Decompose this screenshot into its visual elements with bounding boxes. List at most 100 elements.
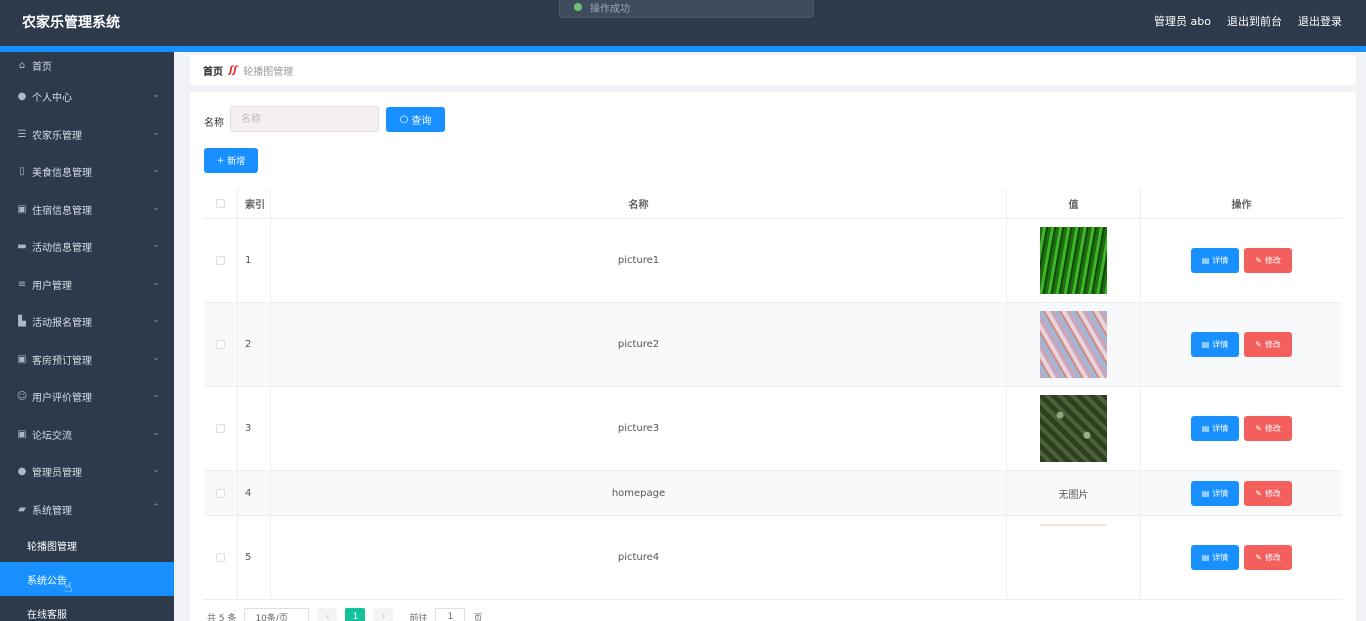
table-row: 3 picture3 ▤ 详情 ✎ 修改 — [204, 387, 1342, 471]
mic-icon: ▯ — [19, 166, 25, 178]
detail-button[interactable]: ▤ 详情 — [1191, 332, 1239, 357]
chevron-down-icon: ⌄ — [152, 465, 160, 475]
sidebar-item-food[interactable]: ▯ 美食信息管理 ⌄ — [0, 153, 174, 191]
sidebar-item-farmhouse[interactable]: ☰ 农家乐管理 ⌄ — [0, 116, 174, 154]
query-button[interactable]: ○ 查询 — [386, 107, 445, 132]
detail-button[interactable]: ▤ 详情 — [1191, 480, 1239, 506]
chart-icon: ▙ — [18, 316, 26, 328]
admin-name: 管理员 abo — [1154, 15, 1211, 28]
scrollbar[interactable] — [1358, 52, 1366, 621]
data-table: 索引 名称 值 操作 1 picture1 ▤ 详情 ✎ 修改 2 picture2 — [204, 189, 1342, 600]
logout-link[interactable]: 退出登录 — [1298, 13, 1342, 29]
detail-button[interactable]: ▤ 详情 — [1191, 248, 1239, 273]
table-row: 4 homepage 无图片 ▤ 详情 ✎ 修改 — [204, 471, 1342, 516]
header-value: 值 — [1007, 189, 1141, 218]
pencil-icon: ✎ — [1255, 256, 1262, 265]
pencil-icon: ✎ — [1255, 553, 1262, 562]
select-all-checkbox[interactable] — [216, 199, 225, 208]
plus-icon: + — [216, 155, 225, 166]
pencil-icon: ✎ — [1255, 424, 1262, 433]
content-panel: 名称 ○ 查询 + 新增 索引 名称 值 操作 1 picture1 ▤详情 ✎… — [190, 92, 1356, 621]
detail-button[interactable]: ▤ 详情 — [1191, 545, 1239, 570]
sliders-icon: ≡ — [17, 278, 27, 290]
row-checkbox[interactable] — [216, 488, 225, 498]
sidebar-item-activity[interactable]: ▬ 活动信息管理 ⌄ — [0, 228, 174, 266]
sidebar-item-home[interactable]: ⌂ 首页 — [0, 52, 174, 78]
chevron-down-icon: ⌄ — [152, 277, 160, 288]
clipboard-icon: ▣ — [17, 203, 27, 215]
flowers-thumbnail[interactable] — [1040, 311, 1107, 378]
chevron-right-icon: › — [381, 612, 386, 621]
sidebar-sub-carousel[interactable]: 轮播图管理 — [0, 528, 174, 562]
total-count: 共 5 条 — [207, 613, 237, 621]
chevron-up-icon: ⌃ — [152, 502, 160, 513]
foliage-thumbnail[interactable] — [1040, 395, 1107, 462]
back-to-front-link[interactable]: 退出到前台 — [1227, 13, 1282, 29]
goto-page-input[interactable]: 1 — [435, 608, 466, 621]
row-checkbox[interactable] — [216, 340, 225, 349]
sidebar: ⌂ 首页 ● 个人中心 ⌄ ☰ 农家乐管理 ⌄ ▯ 美食信息管理 ⌄ ▣ 住宿信… — [0, 52, 174, 621]
no-image-text: 无图片 — [1007, 471, 1141, 515]
breadcrumb: 首页 ʃʃ 轮播图管理 — [190, 55, 1356, 85]
hand-cursor-icon: ☝ — [64, 580, 73, 596]
document-icon: ▤ — [1201, 424, 1210, 433]
sidebar-item-forum[interactable]: ▣ 论坛交流 ⌄ — [0, 416, 174, 454]
home-icon: ⌂ — [18, 59, 26, 71]
toast-message: 操作成功 — [590, 4, 630, 15]
sidebar-item-reviews[interactable]: ☺ 用户评价管理 ⌄ — [0, 378, 174, 416]
goto-prefix: 前往 — [409, 613, 428, 621]
edit-button[interactable]: ✎ 修改 — [1244, 332, 1292, 357]
sidebar-item-profile[interactable]: ● 个人中心 ⌄ — [0, 78, 174, 116]
sidebar-item-users[interactable]: ≡ 用户管理 ⌄ — [0, 266, 174, 304]
edit-button[interactable]: ✎ 修改 — [1244, 416, 1292, 441]
user-icon: ● — [17, 91, 27, 103]
success-icon — [574, 3, 582, 11]
sidebar-sub-notice[interactable]: 系统公告 — [0, 562, 174, 596]
edit-button[interactable]: ✎ 修改 — [1244, 545, 1292, 570]
sidebar-sub-service[interactable]: 在线客服 — [0, 596, 174, 621]
search-label: 名称 — [204, 118, 224, 129]
header-accent-bar — [0, 46, 1366, 52]
sidebar-item-system[interactable]: ▰ 系统管理 ⌃ — [0, 491, 174, 529]
document-icon: ▤ — [1201, 256, 1210, 265]
blank-thumbnail[interactable] — [1040, 524, 1107, 591]
edit-button[interactable]: ✎ 修改 — [1244, 248, 1292, 273]
breadcrumb-current: 轮播图管理 — [243, 66, 294, 78]
sidebar-item-admins[interactable]: ● 管理员管理 ⌄ — [0, 453, 174, 491]
edit-button[interactable]: ✎ 修改 — [1244, 480, 1292, 506]
search-input[interactable] — [230, 106, 379, 132]
prev-page-button[interactable]: ‹ — [317, 608, 338, 621]
chevron-down-icon: ⌄ — [152, 390, 160, 400]
sidebar-item-lodging[interactable]: ▣ 住宿信息管理 ⌄ — [0, 191, 174, 229]
document-icon: ▤ — [1201, 553, 1210, 562]
sidebar-item-signup[interactable]: ▙ 活动报名管理 ⌄ — [0, 303, 174, 341]
detail-button[interactable]: ▤ 详情 — [1191, 416, 1239, 441]
chevron-down-icon: ⌄ — [152, 240, 160, 250]
row-checkbox[interactable] — [216, 256, 225, 265]
chevron-down-icon: ⌄ — [152, 90, 160, 100]
chevron-left-icon: ‹ — [325, 612, 330, 621]
briefcase-icon: ▬ — [17, 241, 27, 253]
breadcrumb-home[interactable]: 首页 — [203, 63, 223, 78]
goto-suffix: 页 — [473, 613, 483, 621]
page-size-select[interactable]: 10条/页 — [244, 608, 310, 621]
page-number-current[interactable]: 1 — [345, 608, 366, 621]
sidebar-item-booking[interactable]: ▣ 客房预订管理 ⌄ — [0, 341, 174, 379]
success-toast: 操作成功 — [559, 0, 814, 18]
row-checkbox[interactable] — [216, 553, 225, 562]
document-icon: ▤ — [1201, 340, 1210, 349]
top-header: 农家乐管理系统 操作成功 管理员 abo 退出到前台 退出登录 — [0, 0, 1366, 46]
clipboard-icon: ▣ — [17, 353, 27, 365]
row-checkbox[interactable] — [216, 424, 225, 433]
grass-thumbnail[interactable] — [1040, 227, 1107, 294]
chat-icon: ▰ — [18, 503, 26, 515]
next-page-button[interactable]: › — [373, 608, 394, 621]
list-icon: ☰ — [17, 128, 27, 140]
pagination: 共 5 条 10条/页 ‹ 1 › 前往 1 页 — [207, 608, 482, 621]
document-icon: ▤ — [1201, 488, 1210, 498]
header-index: 索引 — [238, 189, 271, 218]
table-row: 1 picture1 ▤ 详情 ✎ 修改 — [204, 219, 1342, 303]
search-icon: ○ — [399, 114, 409, 125]
add-button[interactable]: + 新增 — [204, 148, 258, 173]
table-row: 5 picture4 ▤ 详情 ✎ 修改 — [204, 516, 1342, 600]
